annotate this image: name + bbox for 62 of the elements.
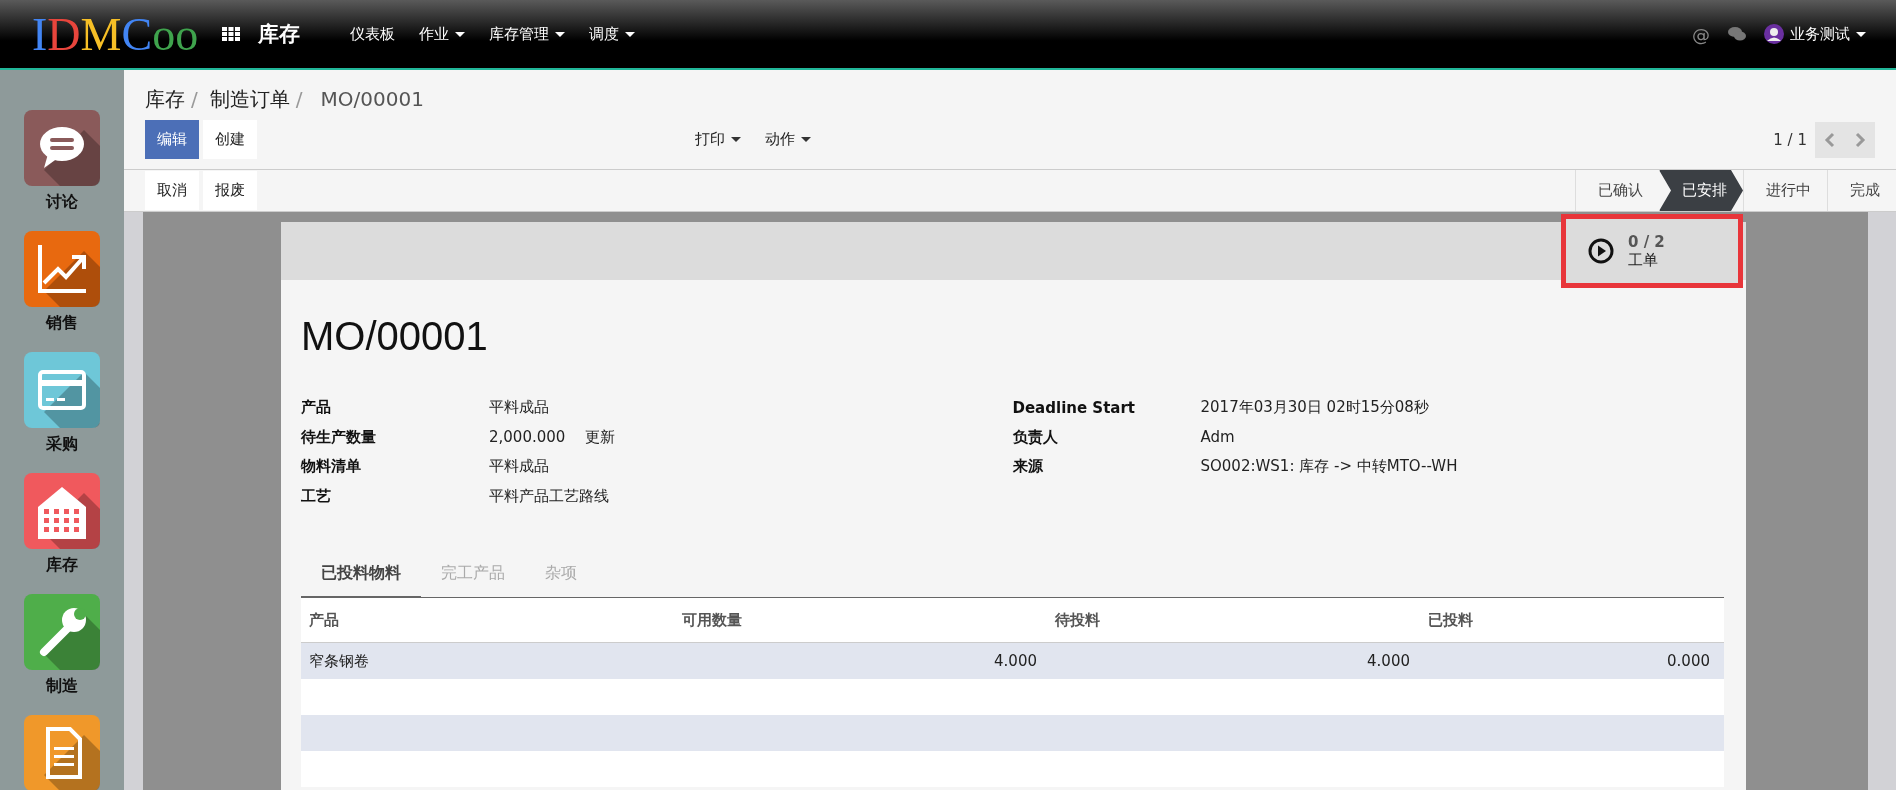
scrollbar[interactable] xyxy=(1868,212,1896,790)
dropdown-button[interactable]: 打印 xyxy=(695,130,741,149)
field-label: 工艺 xyxy=(301,486,332,506)
column-header[interactable]: 待投料 xyxy=(1047,610,1420,630)
table-cell-text: 窄条钢卷 xyxy=(308,651,370,671)
column-header[interactable]: 产品 xyxy=(301,610,674,630)
update-link[interactable]: 更新 xyxy=(585,427,616,447)
field-value: SO002:WS1: 库存 -> 中转MTO--WH xyxy=(1200,457,1458,477)
chat-app-icon[interactable] xyxy=(24,110,100,186)
breadcrumb-separator: / xyxy=(191,87,198,111)
mention-icon[interactable]: @ xyxy=(1692,23,1710,45)
logo[interactable]: IDMCoo xyxy=(32,7,199,61)
sidebar-label[interactable]: 销售 xyxy=(46,313,78,334)
table-cell-text: 0.000 xyxy=(1666,652,1711,670)
wrench-app-icon[interactable] xyxy=(24,594,100,670)
breadcrumb-link[interactable]: 库存 xyxy=(145,86,185,113)
user-menu[interactable]: 业务测试 xyxy=(1790,24,1866,44)
field-value: 平料成品 xyxy=(489,457,549,477)
record-title: MO/00001 xyxy=(301,314,489,359)
breadcrumb-current: MO/00001 xyxy=(320,87,424,111)
field-label: Deadline Start xyxy=(1012,398,1136,417)
document-app-icon[interactable] xyxy=(24,715,100,790)
apps-grid-icon[interactable] xyxy=(222,27,241,41)
sidebar-label[interactable]: 讨论 xyxy=(46,192,78,213)
button[interactable]: 取消 xyxy=(145,171,199,210)
menu-item[interactable]: 作业 xyxy=(419,24,466,44)
field-value: 2,000.000 xyxy=(489,428,566,447)
sidebar-label[interactable]: 库存 xyxy=(46,555,78,576)
field-label: 产品 xyxy=(301,398,332,418)
menu-item[interactable]: 库存管理 xyxy=(489,24,566,44)
field-value: 平料产品工艺路线 xyxy=(489,486,609,506)
field-label: 负责人 xyxy=(1012,427,1059,447)
field-value: Adm xyxy=(1200,428,1235,447)
card-app-icon[interactable] xyxy=(24,352,100,428)
app-name: 库存 xyxy=(258,21,301,48)
menu-item[interactable]: 调度 xyxy=(589,24,636,44)
avatar-icon xyxy=(1764,24,1784,44)
button[interactable]: 报废 xyxy=(203,171,257,210)
field-label: 物料清单 xyxy=(301,457,362,477)
chat-icon[interactable] xyxy=(1728,27,1746,41)
field-label: 待生产数量 xyxy=(301,427,377,447)
breadcrumb-link[interactable]: 制造订单 xyxy=(209,86,290,113)
play-icon xyxy=(1588,238,1614,264)
menu-item[interactable]: 仪表板 xyxy=(350,24,396,44)
field-label: 来源 xyxy=(1012,457,1044,477)
work-orders-button[interactable]: 0 / 2 工单 xyxy=(1561,214,1743,288)
column-header[interactable]: 可用数量 xyxy=(674,610,1047,630)
building-app-icon[interactable] xyxy=(24,473,100,549)
column-header[interactable]: 已投料 xyxy=(1420,610,1720,630)
sidebar-label[interactable]: 采购 xyxy=(46,434,78,455)
chart-app-icon[interactable] xyxy=(24,231,100,307)
table-cell-text: 4.000 xyxy=(993,652,1038,670)
field-value: 2017年03月30日 02时15分08秒 xyxy=(1200,398,1429,418)
breadcrumb-separator: / xyxy=(295,87,303,111)
status-stage[interactable]: 已安排 xyxy=(1659,170,1743,211)
sidebar-label[interactable]: 制造 xyxy=(46,676,78,697)
button[interactable]: 创建 xyxy=(203,120,257,159)
primary-button[interactable]: 编辑 xyxy=(145,120,199,159)
table-cell-text: 4.000 xyxy=(1366,652,1411,670)
pager-counter: 1 / 1 xyxy=(1773,130,1807,149)
field-value: 平料成品 xyxy=(489,398,549,418)
dropdown-button[interactable]: 动作 xyxy=(765,130,811,149)
